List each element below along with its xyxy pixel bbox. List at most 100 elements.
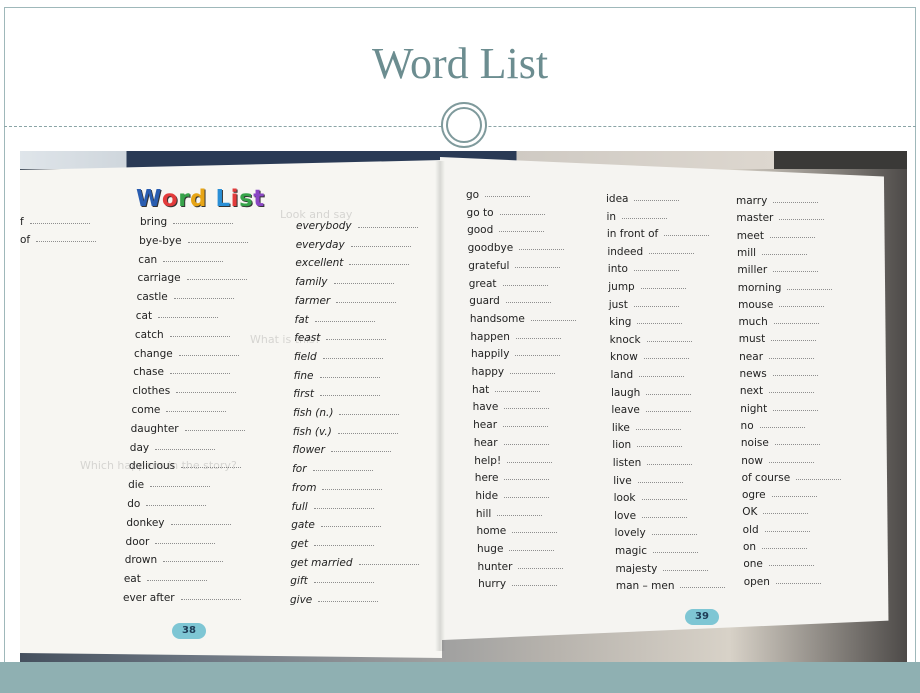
word-item: magic <box>615 545 698 557</box>
word-item: into <box>608 263 679 275</box>
word-item: die <box>128 479 210 491</box>
word-item: OK <box>742 506 808 518</box>
word-item: here <box>475 472 550 484</box>
word-item: next <box>740 385 814 397</box>
word-list-heading-letter: o <box>161 186 179 212</box>
word-item: handsome <box>470 313 576 325</box>
word-item: night <box>740 403 818 415</box>
word-item: go <box>466 189 530 201</box>
word-item: gift <box>290 575 373 587</box>
faint-show-through-text: Look and say <box>280 208 353 221</box>
word-item: just <box>609 299 679 311</box>
word-item: get <box>291 538 374 550</box>
word-item: good <box>467 224 544 236</box>
left-edge-word: of <box>20 234 96 246</box>
word-item: in front of <box>607 228 709 240</box>
word-item: mouse <box>738 299 824 311</box>
word-list-heading-letter <box>207 186 216 212</box>
word-item: give <box>290 594 378 606</box>
word-item: listen <box>613 457 693 469</box>
word-item: eat <box>124 573 207 585</box>
word-item: knock <box>610 334 692 346</box>
word-item: great <box>469 278 548 290</box>
word-item: near <box>739 351 814 363</box>
word-item: news <box>740 368 818 380</box>
word-item: man – men <box>616 580 726 592</box>
word-item: hear <box>473 419 548 431</box>
word-item: land <box>611 369 685 381</box>
divider-circle-ornament <box>441 102 487 148</box>
word-item: help! <box>474 455 552 467</box>
word-item: look <box>614 492 687 504</box>
word-item: excellent <box>295 257 409 269</box>
word-list-heading-letter: d <box>190 186 207 212</box>
word-item: come <box>132 404 227 416</box>
word-item: have <box>473 401 550 413</box>
book-photo: Word List f of bring bye-bye can carriage cast… <box>20 151 907 662</box>
word-item: flower <box>292 444 391 456</box>
faint-show-through-text: What is this? <box>250 333 321 346</box>
word-item: ever after <box>123 592 241 604</box>
word-item: for <box>292 463 372 475</box>
word-item: goodbye <box>468 242 565 254</box>
word-item: of course <box>742 472 842 484</box>
word-item: bye-bye <box>139 235 247 247</box>
book-right-page: go go to good goodbye grateful great guard hand… <box>440 157 889 641</box>
word-item: live <box>613 475 683 487</box>
word-item: open <box>744 576 821 588</box>
word-item: much <box>738 316 818 328</box>
word-item: castle <box>137 291 234 303</box>
word-item: change <box>134 348 239 360</box>
right-page-number: 39 <box>685 609 719 625</box>
word-item: chase <box>133 366 230 378</box>
word-list-heading-letter: r <box>178 186 191 212</box>
word-item: door <box>126 536 216 548</box>
word-item: hunter <box>478 561 564 573</box>
word-item: fish (v.) <box>293 426 398 438</box>
book-gutter-shadow <box>435 161 445 651</box>
word-item: farmer <box>295 295 396 307</box>
word-item: indeed <box>607 246 694 258</box>
word-item: do <box>127 498 206 510</box>
word-item: get married <box>291 557 419 569</box>
frame-right-line <box>915 7 916 662</box>
word-list-heading: Word List <box>136 186 265 212</box>
word-list-heading-letter: L <box>215 186 231 212</box>
word-item: laugh <box>611 387 691 399</box>
book-left-page: Word List f of bring bye-bye can carriage cast… <box>20 160 442 658</box>
word-item: now <box>741 455 814 467</box>
word-item: day <box>130 442 215 454</box>
word-item: lovely <box>615 527 697 539</box>
word-item: hurry <box>478 578 557 590</box>
word-item: on <box>743 541 807 553</box>
slide: Word List Word List f of bring bye-bye can ca… <box>0 0 920 693</box>
word-item: huge <box>477 543 554 555</box>
word-item: catch <box>135 329 230 341</box>
word-item: go to <box>467 207 545 219</box>
word-item: field <box>294 351 383 363</box>
word-item: morning <box>738 282 833 294</box>
left-edge-word: f <box>20 216 90 228</box>
word-item: drown <box>125 554 223 566</box>
word-list-heading-letter: t <box>253 186 265 212</box>
word-item: hat <box>472 384 540 396</box>
word-item: carriage <box>137 272 246 284</box>
frame-top-line <box>4 7 916 8</box>
word-item: miller <box>737 264 818 276</box>
word-item: fat <box>295 314 375 326</box>
word-item: majesty <box>615 563 708 575</box>
word-item: love <box>614 510 687 522</box>
word-item: bring <box>140 216 233 228</box>
word-item: hill <box>476 508 542 520</box>
faint-show-through-text: Which happens in the story? <box>80 459 237 472</box>
word-item: one <box>743 558 814 570</box>
word-item: fine <box>294 370 380 382</box>
word-item: happy <box>472 366 556 378</box>
word-item: in <box>606 211 667 223</box>
word-item: noise <box>741 437 820 449</box>
word-item: happen <box>470 331 561 343</box>
word-item: must <box>739 333 816 345</box>
word-item: master <box>736 212 824 224</box>
word-item: home <box>476 525 557 537</box>
word-item: gate <box>291 519 381 531</box>
